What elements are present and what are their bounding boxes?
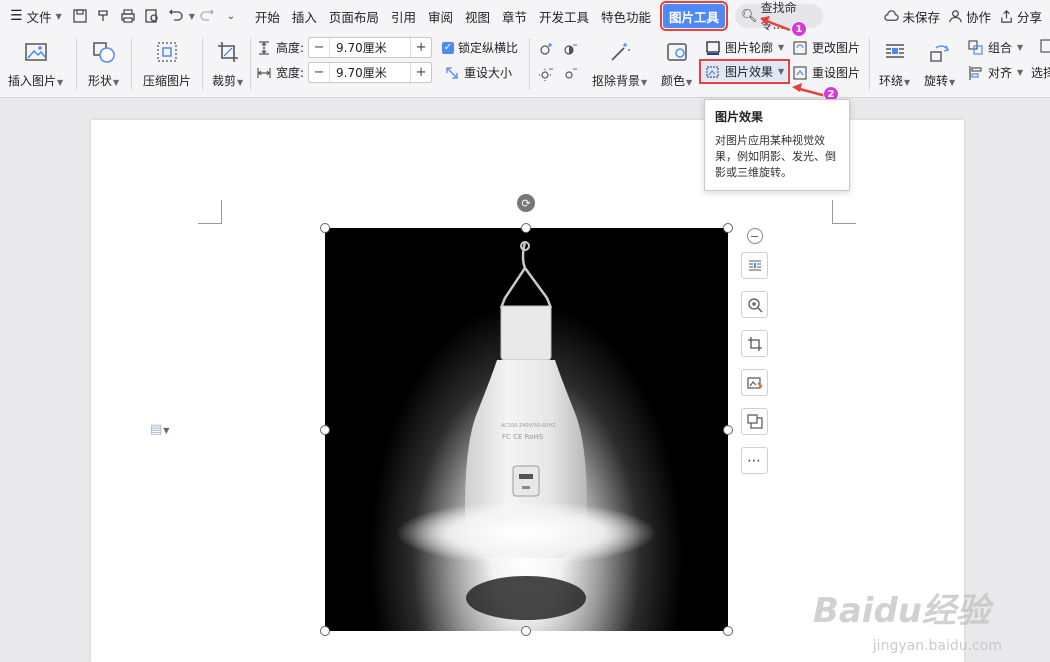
text-wrap-icon <box>748 259 761 271</box>
paragraph-layout-icon[interactable]: ▤▼ <box>150 422 169 437</box>
more-options-button[interactable]: ⋯ <box>741 447 768 474</box>
tooltip-title: 图片效果 <box>715 110 764 124</box>
bulb-certification-marks: FC CE RoHS <box>502 433 544 441</box>
crop-tool-button[interactable] <box>741 330 768 357</box>
collapse-tools-icon[interactable]: − <box>746 228 763 244</box>
ellipsis-icon: ⋯ <box>747 452 762 469</box>
resize-handle-w[interactable] <box>320 425 330 435</box>
bulb-spec-text: AC100-240V/50-60HZ <box>501 423 556 429</box>
margin-corner-top-left <box>198 200 222 224</box>
replace-picture-icon <box>746 413 763 429</box>
zoom-in-button[interactable] <box>741 291 768 318</box>
resize-handle-sw[interactable] <box>320 626 330 636</box>
resize-handle-n[interactable] <box>521 223 531 233</box>
resize-handle-e[interactable] <box>723 425 733 435</box>
tooltip-body: 对图片应用某种视觉效果，例如阴影、发光、倒影或三维旋转。 <box>715 134 836 179</box>
picture-edit-button[interactable] <box>741 369 768 396</box>
resize-handle-se[interactable] <box>723 626 733 636</box>
picture-quick-tools: − ⋯ <box>741 228 768 474</box>
margin-corner-top-right <box>832 200 856 224</box>
light-bulb-image <box>396 241 656 620</box>
baidu-watermark-logo: Baidu经验 <box>812 591 990 631</box>
selected-picture[interactable]: AC100-240V/50-60HZ FC CE RoHS <box>325 228 728 631</box>
crop-icon <box>747 336 762 351</box>
resize-handle-s[interactable] <box>521 626 531 636</box>
layout-options-button[interactable] <box>741 252 768 279</box>
picture-edit-icon <box>746 376 763 389</box>
step-badge-1: 1 <box>791 21 807 37</box>
zoom-in-icon <box>747 297 762 312</box>
resize-handle-ne[interactable] <box>723 223 733 233</box>
picture-effect-tooltip: 图片效果 对图片应用某种视觉效果，例如阴影、发光、倒影或三维旋转。 <box>704 99 850 191</box>
rotate-handle-icon[interactable]: ⟳ <box>517 194 535 212</box>
baidu-watermark-url: jingyan.baidu.com <box>872 638 1002 654</box>
replace-picture-button[interactable] <box>741 408 768 435</box>
resize-handle-nw[interactable] <box>320 223 330 233</box>
